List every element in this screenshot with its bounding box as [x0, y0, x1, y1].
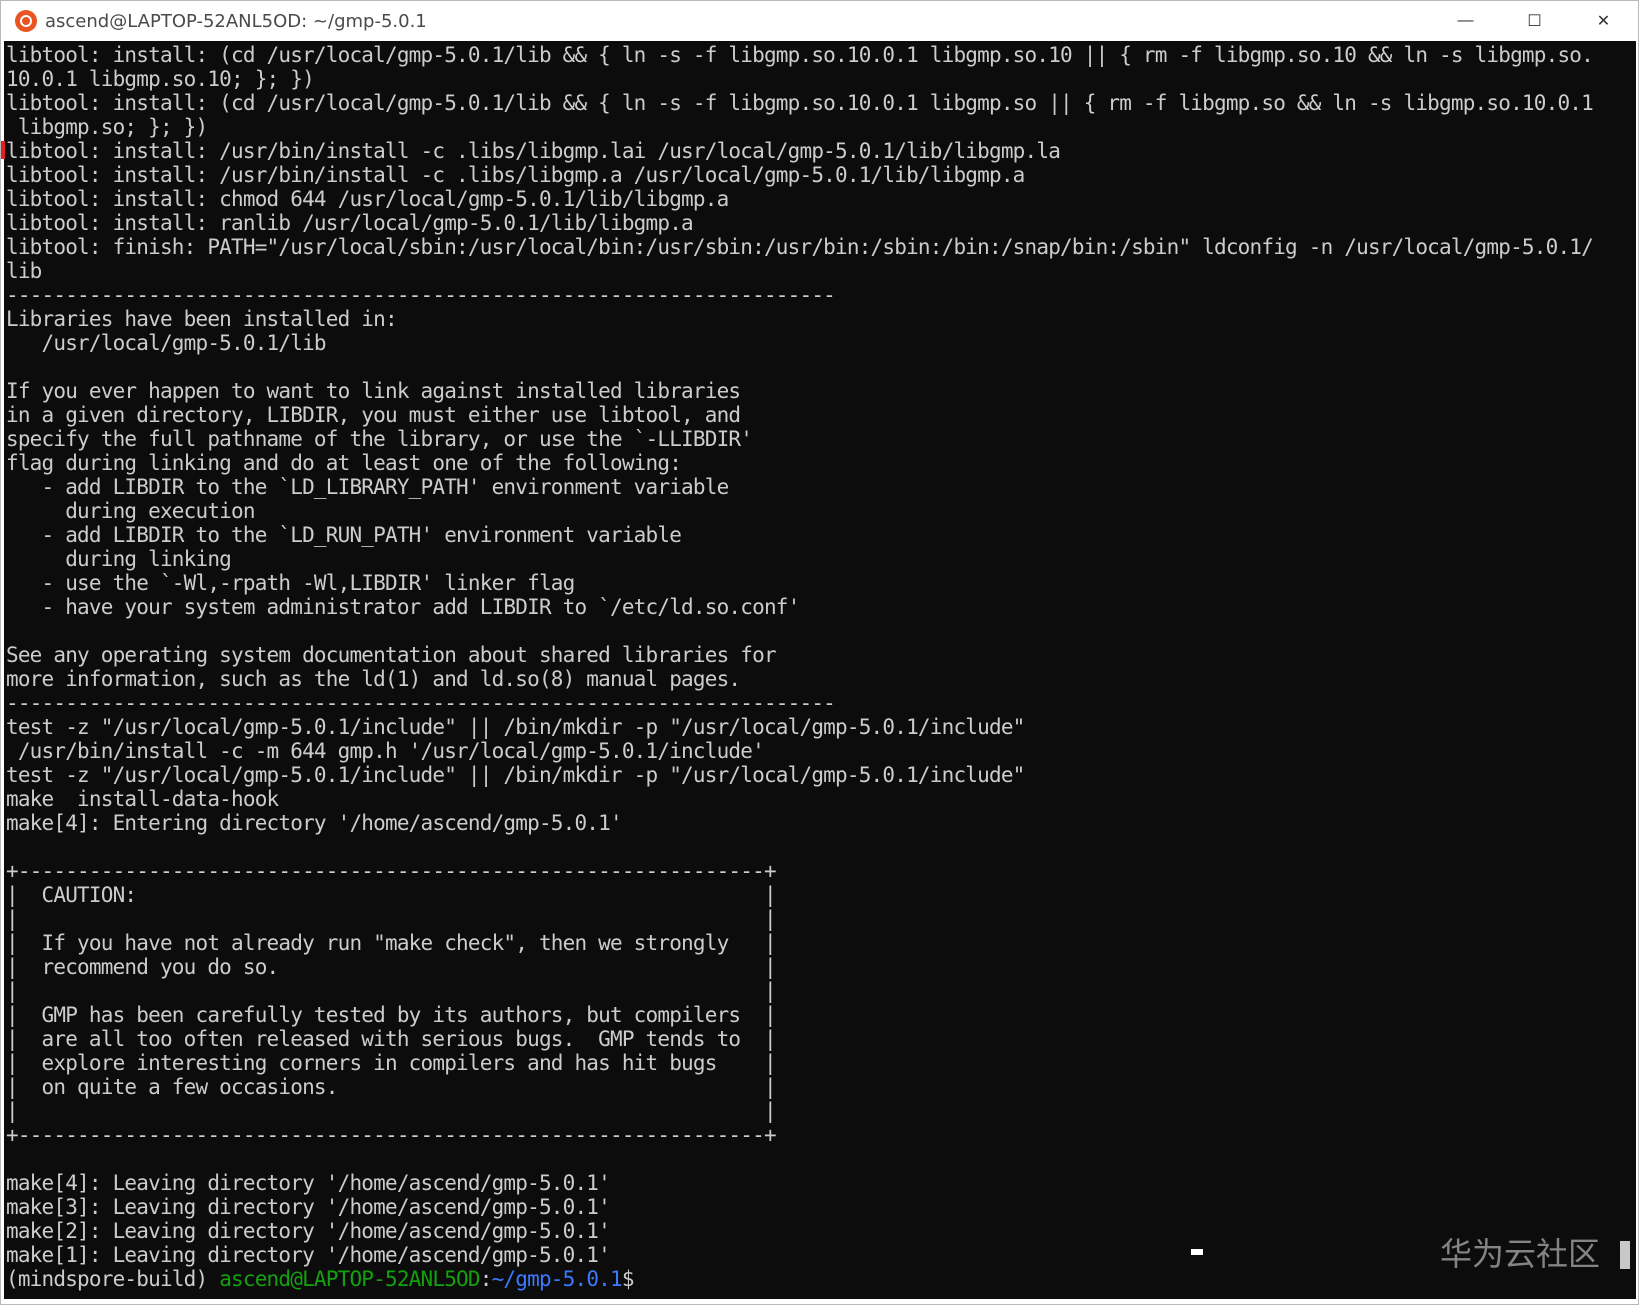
terminal-line: | on quite a few occasions. |: [6, 1075, 777, 1099]
terminal-line: make[2]: Leaving directory '/home/ascend…: [6, 1219, 611, 1243]
terminal-line: ----------------------------------------…: [6, 691, 836, 715]
terminal-line: | CAUTION: |: [6, 883, 777, 907]
terminal-line: | GMP has been carefully tested by its a…: [6, 1003, 777, 1027]
terminal-line: during linking: [6, 547, 232, 571]
terminal-line: make[1]: Leaving directory '/home/ascend…: [6, 1243, 611, 1267]
window-title: ascend@LAPTOP-52ANL5OD: ~/gmp-5.0.1: [45, 10, 427, 32]
terminal-line: See any operating system documentation a…: [6, 643, 777, 667]
prompt-line[interactable]: (mindspore-build) ascend@LAPTOP-52ANL5OD…: [6, 1267, 1593, 1291]
terminal-line: libtool: install: (cd /usr/local/gmp-5.0…: [6, 43, 1594, 67]
prompt-dollar: $: [621, 1267, 635, 1291]
terminal-line: libtool: finish: PATH="/usr/local/sbin:/…: [6, 235, 1594, 259]
terminal-line: ----------------------------------------…: [6, 283, 836, 307]
terminal-line: libtool: install: /usr/bin/install -c .l…: [6, 163, 1025, 187]
terminal-line: | are all too often released with seriou…: [6, 1027, 777, 1051]
terminal-line: more information, such as the ld(1) and …: [6, 667, 741, 691]
terminal-line: - have your system administrator add LIB…: [6, 595, 801, 619]
terminal-line: | |: [6, 907, 777, 931]
terminal-line: libgmp.so; }; }): [6, 115, 208, 139]
terminal-line: libtool: install: (cd /usr/local/gmp-5.0…: [6, 91, 1594, 115]
terminal-line: 10.0.1 libgmp.so.10; }; }): [6, 67, 315, 91]
terminal-line: libtool: install: /usr/bin/install -c .l…: [6, 139, 1061, 163]
watermark: 华为云社区: [1439, 1235, 1600, 1273]
terminal-line: | recommend you do so. |: [6, 955, 777, 979]
terminal-line: during execution: [6, 499, 255, 523]
edge-marker: [1, 141, 5, 159]
terminal-line: libtool: install: chmod 644 /usr/local/g…: [6, 187, 729, 211]
terminal-line: test -z "/usr/local/gmp-5.0.1/include" |…: [6, 763, 1025, 787]
terminal-line: flag during linking and do at least one …: [6, 451, 682, 475]
minimize-icon: —: [1457, 12, 1474, 29]
maximize-button[interactable]: ☐: [1500, 1, 1569, 41]
prompt-path: ~/gmp-5.0.1: [491, 1267, 623, 1291]
terminal-line: /usr/local/gmp-5.0.1/lib: [6, 331, 327, 355]
terminal-lines: libtool: install: (cd /usr/local/gmp-5.0…: [6, 43, 1594, 1291]
scrollbar[interactable]: [1616, 41, 1636, 1299]
close-button[interactable]: ✕: [1569, 1, 1638, 41]
terminal-line: - use the `-Wl,-rpath -Wl,LIBDIR' linker…: [6, 571, 576, 595]
terminal-line: | |: [6, 979, 777, 1003]
terminal-line: +---------------------------------------…: [6, 1123, 777, 1147]
terminal-line: in a given directory, LIBDIR, you must e…: [6, 403, 741, 427]
terminal-line: If you ever happen to want to link again…: [6, 379, 741, 403]
title-bar[interactable]: ascend@LAPTOP-52ANL5OD: ~/gmp-5.0.1 — ☐ …: [1, 1, 1638, 41]
minimize-button[interactable]: —: [1431, 1, 1500, 41]
terminal-line: Libraries have been installed in:: [6, 307, 398, 331]
terminal-line: lib: [6, 259, 42, 283]
prompt-user-host: ascend@LAPTOP-52ANL5OD: [219, 1267, 480, 1291]
terminal-line: libtool: install: ranlib /usr/local/gmp-…: [6, 211, 694, 235]
scrollbar-thumb[interactable]: [1620, 1241, 1630, 1269]
terminal-line: +---------------------------------------…: [6, 859, 777, 883]
terminal-line: make[4]: Leaving directory '/home/ascend…: [6, 1171, 611, 1195]
prompt-separator: :: [479, 1267, 493, 1291]
close-icon: ✕: [1596, 13, 1611, 30]
terminal-line: specify the full pathname of the library…: [6, 427, 753, 451]
terminal-window: ascend@LAPTOP-52ANL5OD: ~/gmp-5.0.1 — ☐ …: [0, 0, 1639, 1305]
terminal-output[interactable]: libtool: install: (cd /usr/local/gmp-5.0…: [4, 41, 1616, 1299]
terminal-line: - add LIBDIR to the `LD_RUN_PATH' enviro…: [6, 523, 682, 547]
maximize-icon: ☐: [1527, 13, 1542, 30]
terminal-line: make[3]: Leaving directory '/home/ascend…: [6, 1195, 611, 1219]
window-controls: — ☐ ✕: [1431, 1, 1638, 41]
text-cursor: [1191, 1249, 1203, 1255]
terminal-line: /usr/bin/install -c -m 644 gmp.h '/usr/l…: [6, 739, 765, 763]
ubuntu-icon: [15, 10, 37, 32]
terminal-line: make[4]: Entering directory '/home/ascen…: [6, 811, 623, 835]
prompt-env: (mindspore-build): [6, 1267, 220, 1291]
terminal-line: - add LIBDIR to the `LD_LIBRARY_PATH' en…: [6, 475, 730, 499]
terminal-line: make install-data-hook: [6, 787, 279, 811]
terminal-line: | explore interesting corners in compile…: [6, 1051, 777, 1075]
terminal-line: test -z "/usr/local/gmp-5.0.1/include" |…: [6, 715, 1025, 739]
terminal-line: | |: [6, 1099, 777, 1123]
terminal-line: | If you have not already run "make chec…: [6, 931, 777, 955]
